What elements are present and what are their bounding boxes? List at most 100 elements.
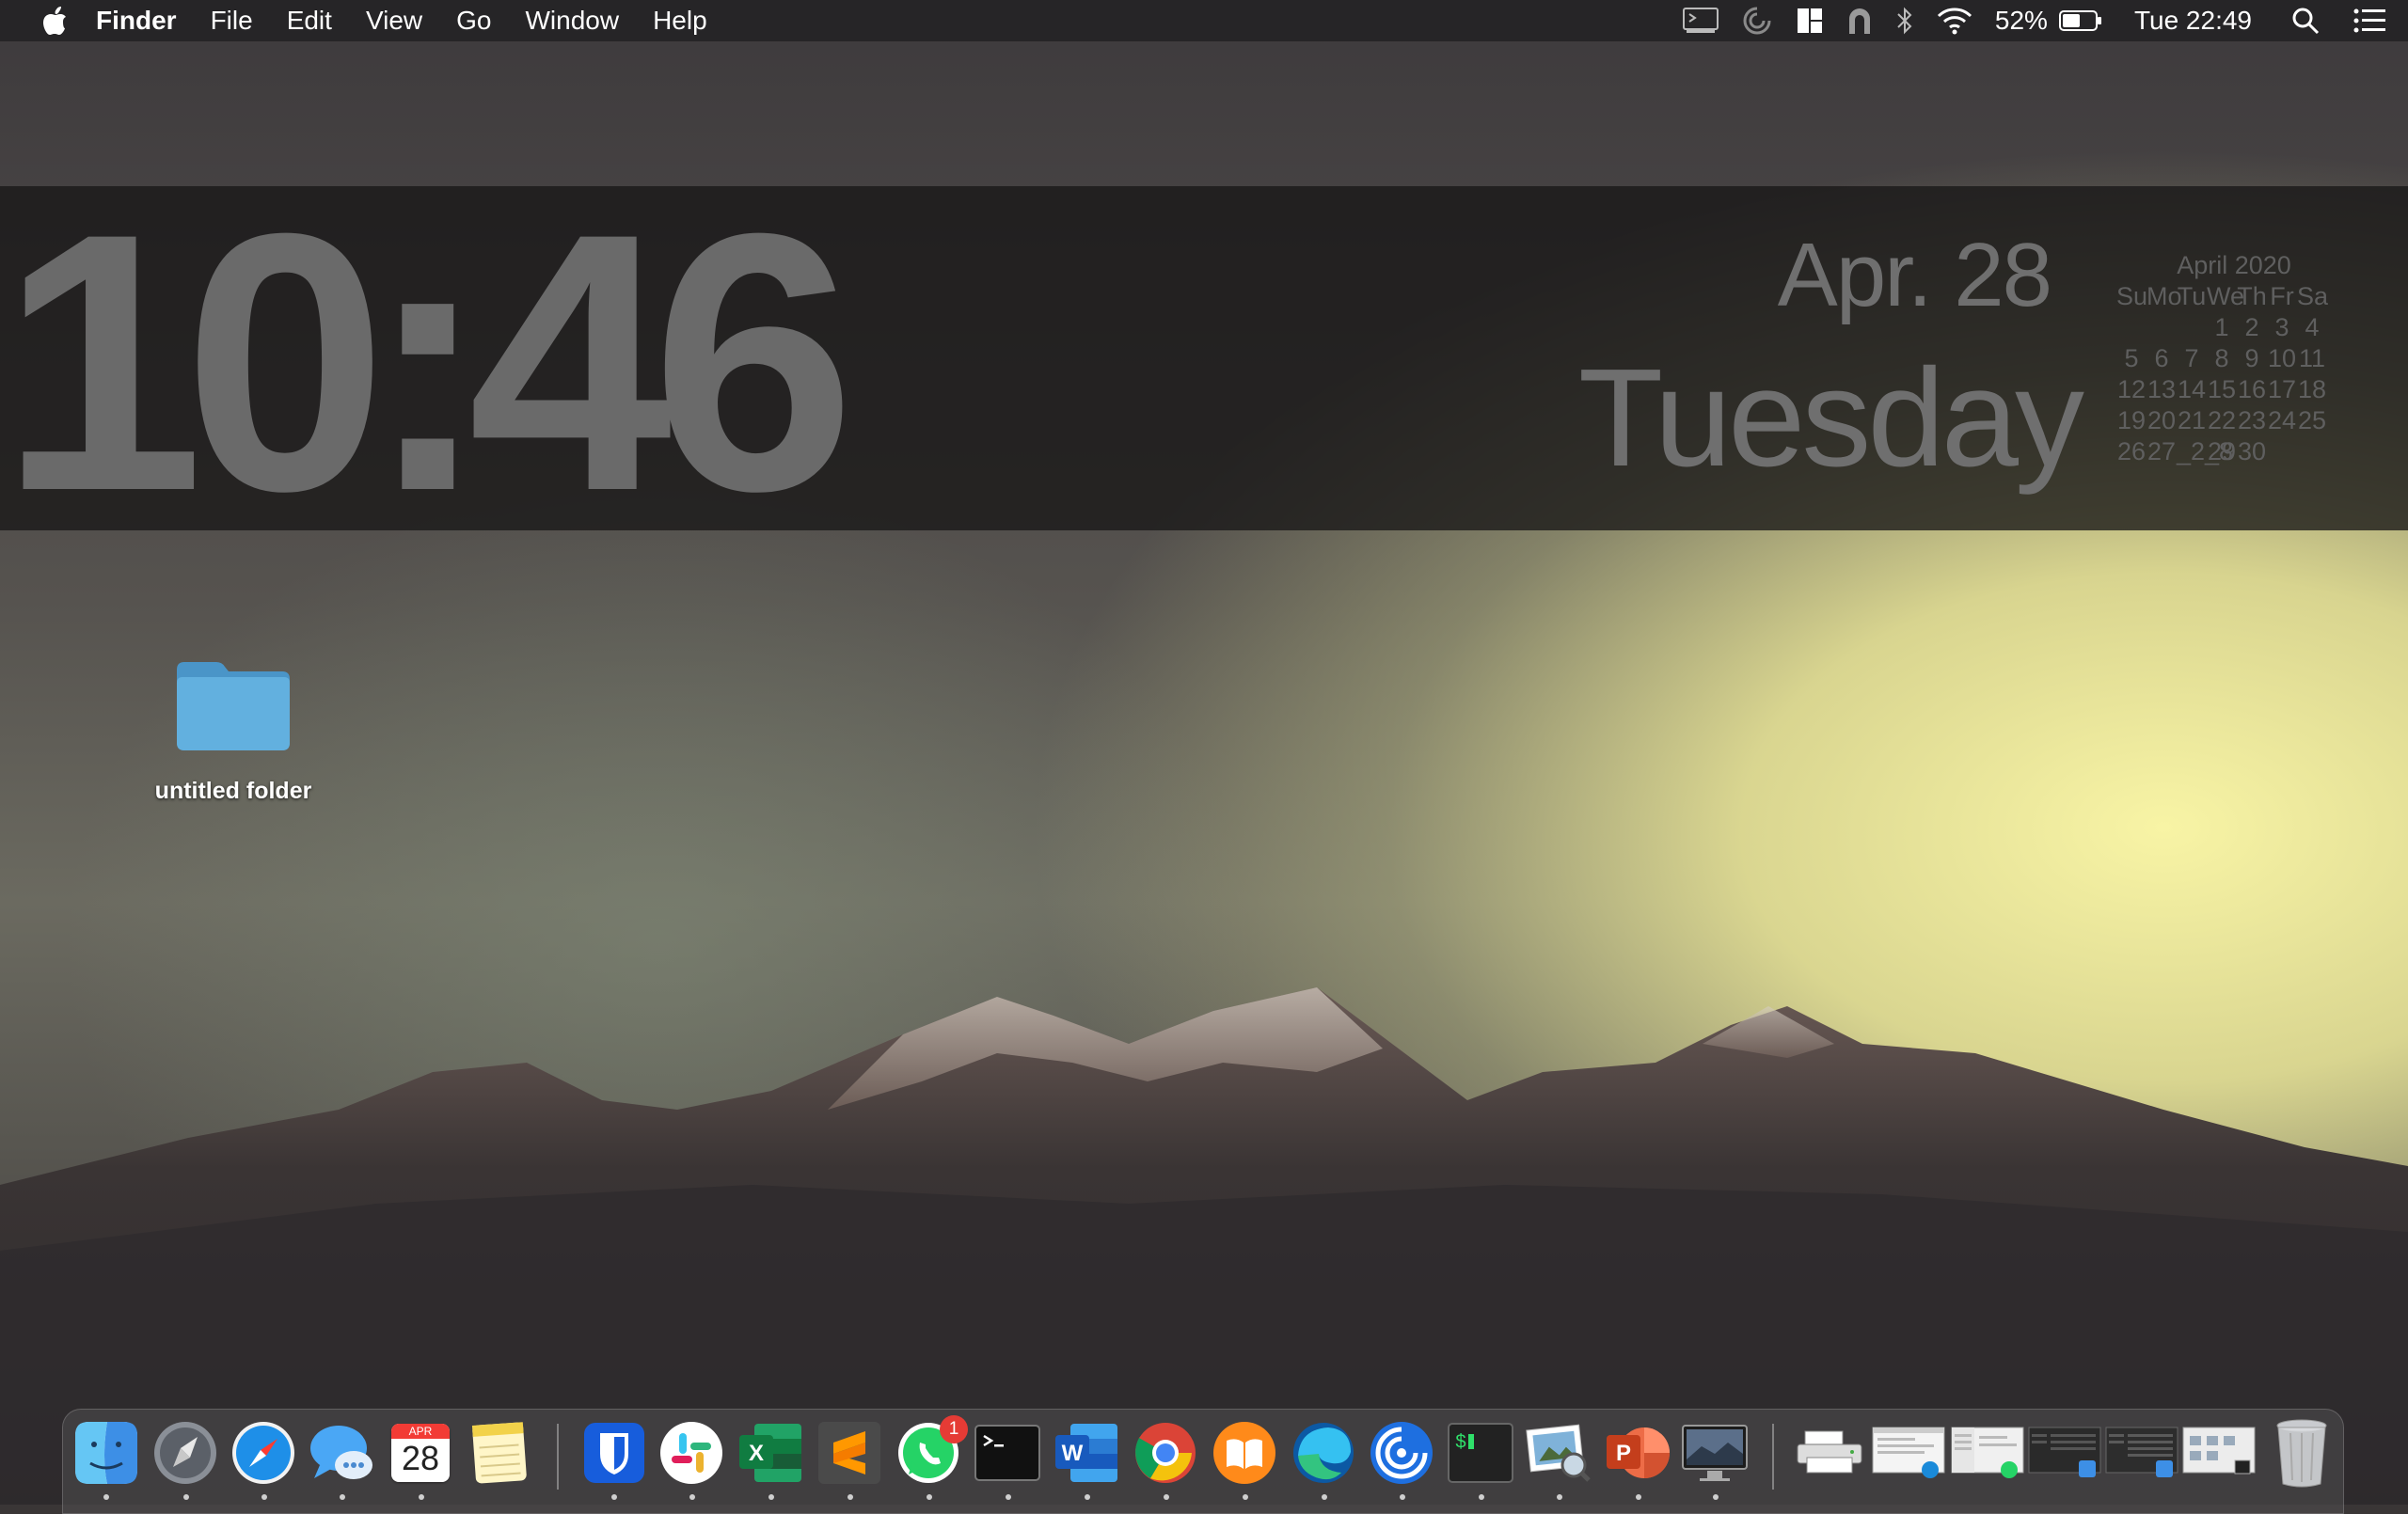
dock-excel-icon[interactable]: X bbox=[736, 1418, 805, 1488]
calendar-icon-day: 28 bbox=[401, 1439, 440, 1477]
running-indicator bbox=[183, 1494, 189, 1500]
running-indicator bbox=[1006, 1494, 1011, 1500]
calendar-day bbox=[2297, 436, 2327, 467]
svg-text:$: $ bbox=[1455, 1432, 1466, 1454]
desktop-folder[interactable]: untitled folder bbox=[139, 658, 327, 805]
dock-window-finder-1-icon[interactable] bbox=[2028, 1418, 2101, 1488]
calendar-title: April 2020 bbox=[2177, 251, 2291, 279]
dock-calendar-icon[interactable]: APR 28 bbox=[386, 1418, 455, 1488]
wifi-icon[interactable] bbox=[1937, 0, 1972, 41]
calendar-weekday-header: Mo bbox=[2147, 282, 2182, 310]
running-indicator bbox=[1085, 1494, 1090, 1500]
calendar-day: 11 bbox=[2298, 344, 2326, 372]
running-indicator bbox=[261, 1494, 267, 1500]
calendar-day: 21 bbox=[2177, 406, 2207, 434]
dock-terminal-icon[interactable] bbox=[973, 1418, 1042, 1488]
calendar-day: 12 bbox=[2116, 375, 2147, 403]
calendar-week-row: 26 27 _2_8 29 30 bbox=[2116, 436, 2352, 467]
dock-separator bbox=[1772, 1424, 1774, 1490]
calendar-day: 4 bbox=[2305, 313, 2320, 341]
calendar-day bbox=[2267, 436, 2297, 467]
dock-separator bbox=[557, 1424, 559, 1490]
dock-chrome-icon[interactable] bbox=[1131, 1418, 1200, 1488]
dock-trash-icon[interactable] bbox=[2267, 1418, 2337, 1488]
dock-edge-icon[interactable] bbox=[1289, 1418, 1358, 1488]
dock-books-icon[interactable] bbox=[1210, 1418, 1279, 1488]
dock-slack-icon[interactable] bbox=[657, 1418, 726, 1488]
calendar-day: 23 bbox=[2237, 406, 2267, 434]
battery-percent[interactable]: 52% bbox=[1995, 0, 2048, 41]
dock-screenshot-icon[interactable] bbox=[1680, 1418, 1750, 1488]
menu-window[interactable]: Window bbox=[525, 0, 619, 41]
dock-safari-icon[interactable] bbox=[229, 1418, 298, 1488]
menubar-clock[interactable]: Tue 22:49 bbox=[2134, 0, 2252, 41]
dock-word-icon[interactable]: W bbox=[1052, 1418, 1121, 1488]
calendar-weekday-header: Th bbox=[2237, 282, 2267, 310]
window-layout-icon[interactable] bbox=[1796, 0, 1824, 41]
calendar-weekday-header: Tu bbox=[2177, 282, 2207, 310]
calendar-day bbox=[2116, 312, 2147, 343]
calendar-day: 19 bbox=[2116, 406, 2147, 434]
calendar-week-row: 19 20 21 22 23 24 25 bbox=[2116, 405, 2352, 436]
calendar-day: 10 bbox=[2267, 344, 2297, 372]
calendar-day: 6 bbox=[2154, 344, 2169, 372]
calendar-weekday-header: Sa bbox=[2297, 282, 2329, 310]
running-indicator bbox=[340, 1494, 345, 1500]
svg-text:W: W bbox=[1062, 1441, 1084, 1466]
calendar-weekday-row: Su Mo Tu We Th Fr Sa bbox=[2116, 281, 2352, 312]
dock-messages-icon[interactable] bbox=[307, 1418, 376, 1488]
calendar-weekday-header: We bbox=[2207, 282, 2245, 310]
calendar-day bbox=[2147, 312, 2177, 343]
dock-bitwarden-icon[interactable] bbox=[579, 1418, 649, 1488]
calendar-day: 22 bbox=[2207, 406, 2237, 434]
running-indicator bbox=[1557, 1494, 1562, 1500]
menu-help[interactable]: Help bbox=[653, 0, 707, 41]
menu-view[interactable]: View bbox=[366, 0, 422, 41]
spotlight-search-icon[interactable] bbox=[2291, 0, 2320, 41]
calendar-day: 16 bbox=[2237, 375, 2267, 403]
running-indicator bbox=[1400, 1494, 1405, 1500]
dock-window-whatsapp-icon[interactable] bbox=[1951, 1418, 2024, 1488]
clock-widget-date: Apr. 28 bbox=[1777, 225, 2052, 325]
clock-widget-time: 10:46 bbox=[0, 157, 855, 567]
dock-powerpoint-icon[interactable]: P bbox=[1603, 1418, 1672, 1488]
running-indicator bbox=[1636, 1494, 1641, 1500]
dock-finder-icon[interactable] bbox=[71, 1418, 141, 1488]
running-indicator bbox=[1243, 1494, 1248, 1500]
calendar-day bbox=[2177, 312, 2207, 343]
arch-status-icon[interactable] bbox=[1846, 0, 1873, 41]
battery-icon[interactable] bbox=[2058, 0, 2102, 41]
running-indicator bbox=[103, 1494, 109, 1500]
calendar-weekday-header: Fr bbox=[2270, 282, 2294, 310]
terminal-status-icon[interactable] bbox=[1682, 0, 1719, 41]
dock-launchpad-icon[interactable] bbox=[150, 1418, 220, 1488]
dock-sublime-text-icon[interactable] bbox=[815, 1418, 884, 1488]
calendar-week-row: 1234 bbox=[2116, 312, 2352, 343]
bluetooth-icon[interactable] bbox=[1895, 0, 1914, 41]
dock-window-system-icon[interactable] bbox=[2182, 1418, 2256, 1488]
calendar-day: 3 bbox=[2274, 313, 2289, 341]
menu-bar: Finder File Edit View Go Window Help 52%… bbox=[0, 0, 2408, 41]
calendar-day: 26 bbox=[2116, 437, 2147, 465]
sync-status-icon[interactable] bbox=[1741, 0, 1773, 41]
clock-widget-weekday: Tuesday bbox=[1577, 340, 2084, 496]
menu-edit[interactable]: Edit bbox=[287, 0, 332, 41]
dock-iterm-icon[interactable]: $ bbox=[1446, 1418, 1515, 1488]
menu-file[interactable]: File bbox=[211, 0, 253, 41]
dock-window-edge-icon[interactable] bbox=[1872, 1418, 1945, 1488]
notification-center-icon[interactable] bbox=[2353, 0, 2385, 41]
menu-app-name[interactable]: Finder bbox=[96, 0, 177, 41]
apple-menu-icon[interactable] bbox=[34, 0, 77, 41]
running-indicator bbox=[848, 1494, 853, 1500]
calendar-week-row: 5 6 7 8 9 10 11 bbox=[2116, 343, 2352, 374]
dock-notes-icon[interactable] bbox=[465, 1418, 534, 1488]
calendar-day: 8 bbox=[2214, 344, 2229, 372]
calendar-week-row: 12 13 14 15 16 17 18 bbox=[2116, 374, 2352, 405]
calendar-day: 20 bbox=[2147, 406, 2177, 434]
dock-preview-icon[interactable] bbox=[1524, 1418, 1593, 1488]
dock-sync-icon[interactable] bbox=[1367, 1418, 1436, 1488]
status-menus: 52% Tue 22:49 bbox=[1671, 0, 2408, 41]
dock-printer-icon[interactable] bbox=[1795, 1418, 1864, 1488]
menu-go[interactable]: Go bbox=[456, 0, 491, 41]
dock-window-finder-2-icon[interactable] bbox=[2105, 1418, 2178, 1488]
